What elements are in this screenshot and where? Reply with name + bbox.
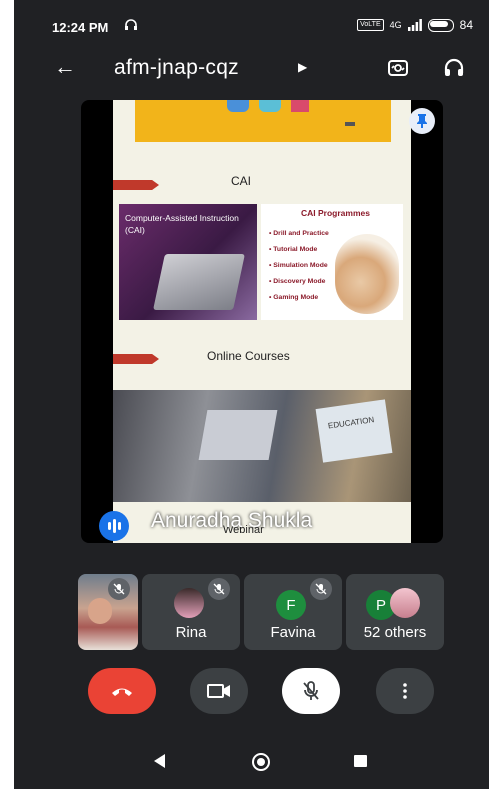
speaker-name: Anuradha Shukla	[151, 509, 313, 532]
microphone-toggle-button[interactable]	[282, 668, 340, 714]
mic-off-icon	[303, 681, 319, 700]
more-vert-icon	[403, 683, 407, 699]
status-icons: VoLTE 4G 84	[357, 18, 473, 32]
hang-up-icon	[112, 688, 132, 696]
participant-name: Favina	[270, 624, 316, 641]
section-marker-online	[113, 354, 159, 364]
cai-decoration	[335, 234, 399, 314]
participant-name: Rina	[175, 624, 207, 641]
cai-item: • Tutorial Mode	[269, 246, 318, 253]
shared-slide: CAI Computer-Assisted Instruction (CAI) …	[113, 100, 411, 543]
participant-name: 52 others	[363, 624, 427, 641]
switch-camera-icon[interactable]	[386, 56, 410, 80]
camera-toggle-button[interactable]	[190, 668, 248, 714]
signal-icon	[407, 19, 422, 31]
slide-header-graphic	[135, 100, 391, 142]
cai-image-title: Computer-Assisted Instruction (CAI)	[125, 213, 239, 235]
cai-item: • Discovery Mode	[269, 278, 326, 285]
muted-mic-icon	[310, 578, 332, 600]
screen-border-right	[489, 0, 499, 789]
avatar	[390, 588, 420, 618]
battery-icon	[427, 18, 454, 32]
muted-mic-icon	[208, 578, 230, 600]
meeting-header: ← afm-jnap-cqz ▶	[14, 48, 489, 88]
end-call-button[interactable]	[88, 668, 156, 714]
cai-programmes-box: CAI Programmes • Drill and Practice • Tu…	[261, 204, 403, 320]
education-screen-text: EDUCATION	[327, 415, 375, 431]
nav-home-icon[interactable]	[252, 753, 270, 771]
cai-list-title: CAI Programmes	[301, 208, 370, 218]
pin-icon[interactable]	[409, 108, 435, 134]
meeting-details-caret-icon[interactable]: ▶	[298, 60, 307, 74]
meet-call-screen: 12:24 PM VoLTE 4G 84 ← afm-jnap-cqz ▶ CA…	[14, 0, 489, 789]
volte-badge: VoLTE	[357, 19, 384, 31]
audio-output-icon[interactable]	[442, 56, 466, 80]
speaking-indicator-icon	[99, 511, 129, 541]
cai-item: • Drill and Practice	[269, 230, 329, 237]
call-controls	[14, 668, 489, 718]
more-options-button[interactable]	[376, 668, 434, 714]
participant-tile-rina[interactable]: Rina	[142, 574, 240, 650]
speaker-label: Anuradha Shukla	[81, 505, 443, 543]
education-screen-illustration: EDUCATION	[315, 399, 393, 463]
section-title-cai: CAI	[231, 174, 252, 188]
system-navigation-bar	[14, 744, 489, 780]
cai-item: • Simulation Mode	[269, 262, 328, 269]
participant-strip: Rina F Favina P 52 others	[78, 574, 448, 650]
avatar	[174, 588, 204, 618]
status-bar: 12:24 PM VoLTE 4G 84	[14, 14, 489, 44]
back-arrow-icon[interactable]: ←	[54, 54, 76, 80]
network-type: 4G	[389, 20, 402, 30]
status-time: 12:24 PM	[52, 20, 109, 35]
nav-back-icon[interactable]	[154, 754, 165, 768]
section-marker-cai	[113, 180, 159, 190]
section-title-online-courses: Online Courses	[207, 349, 290, 363]
muted-mic-icon	[108, 578, 130, 600]
nav-recents-icon[interactable]	[354, 755, 367, 767]
cai-illustration: Computer-Assisted Instruction (CAI)	[119, 204, 257, 320]
headset-status-icon	[125, 19, 137, 30]
laptop-screen-illustration	[198, 410, 278, 460]
meeting-code[interactable]: afm-jnap-cqz	[114, 56, 239, 80]
participant-tile-others[interactable]: P 52 others	[346, 574, 444, 650]
participant-tile-self[interactable]	[78, 574, 138, 650]
avatar: F	[276, 590, 306, 620]
battery-percent: 84	[459, 18, 473, 32]
laptop-illustration	[153, 254, 245, 310]
video-camera-icon	[207, 684, 230, 698]
participant-face	[88, 598, 112, 624]
participant-tile-favina[interactable]: F Favina	[244, 574, 342, 650]
online-courses-photo: EDUCATION	[113, 390, 411, 502]
screen-border-left	[0, 0, 14, 789]
cai-item: • Gaming Mode	[269, 294, 319, 301]
presenter-video[interactable]: CAI Computer-Assisted Instruction (CAI) …	[81, 100, 443, 543]
